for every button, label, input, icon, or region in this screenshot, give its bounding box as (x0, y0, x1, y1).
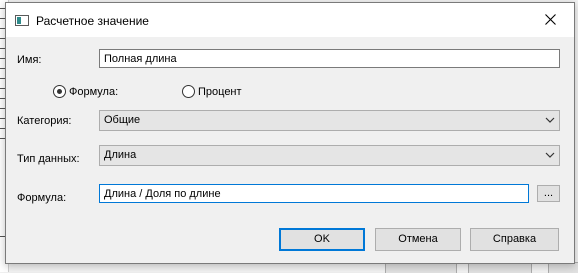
formula-label: Формула: (17, 192, 67, 204)
chevron-down-icon (545, 117, 555, 123)
formula-input[interactable] (99, 184, 529, 203)
category-value: Общие (104, 114, 141, 126)
name-input[interactable] (99, 49, 560, 68)
percent-radio[interactable] (182, 85, 195, 98)
category-select[interactable]: Общие (99, 110, 560, 131)
ok-button[interactable]: OK (279, 228, 365, 251)
cancel-button[interactable]: Отмена (375, 228, 461, 251)
close-button[interactable] (528, 3, 574, 37)
category-label: Категория: (17, 115, 72, 127)
formula-radio-label[interactable]: Формула: (69, 86, 118, 98)
datatype-value: Длина (104, 149, 137, 161)
datatype-label: Тип данных: (17, 153, 80, 165)
datatype-select[interactable]: Длина (99, 145, 560, 166)
formula-radio[interactable] (53, 85, 66, 98)
dialog-title: Расчетное значение (36, 14, 149, 28)
window-icon (15, 15, 29, 26)
help-button[interactable]: Справка (470, 228, 559, 251)
title-bar: Расчетное значение (6, 3, 574, 37)
name-label: Имя: (17, 54, 42, 66)
chevron-down-icon (545, 152, 555, 158)
close-icon (545, 14, 556, 25)
formula-browse-button[interactable]: ... (537, 185, 560, 202)
radio-selected-dot (57, 89, 62, 94)
percent-radio-label[interactable]: Процент (198, 86, 242, 98)
calculated-value-dialog: Расчетное значение Имя: Формула: Процент… (5, 2, 575, 264)
